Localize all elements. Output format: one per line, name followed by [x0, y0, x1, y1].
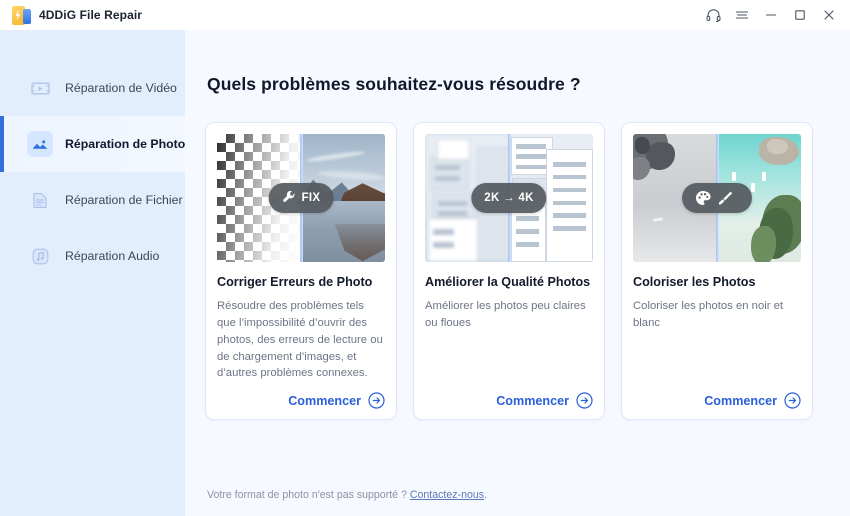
page-title: Quels problèmes souhaitez-vous résoudre …	[207, 74, 581, 94]
arrow-right-circle-icon	[368, 392, 385, 410]
footer-suffix: .	[484, 489, 488, 501]
card-description: Améliorer les photos peu claires ou flou…	[425, 299, 586, 329]
card-title: Corriger Erreurs de Photo	[217, 275, 373, 289]
start-button[interactable]: Commencer	[217, 382, 385, 410]
hamburger-menu-icon[interactable]	[729, 4, 755, 26]
start-button-label: Commencer	[704, 393, 777, 408]
feature-card-list: FIX Corriger Erreurs de Photo Résoudre d…	[205, 122, 830, 421]
audio-icon	[27, 243, 53, 269]
wrench-icon	[282, 191, 296, 205]
main-content: Quels problèmes souhaitez-vous résoudre …	[185, 30, 850, 516]
card-title: Améliorer la Qualité Photos	[425, 275, 591, 289]
maximize-icon[interactable]	[787, 4, 813, 26]
palette-icon	[695, 190, 711, 206]
card-thumbnail	[633, 134, 801, 262]
app-logo-icon	[12, 5, 31, 25]
sidebar-item-photo-repair[interactable]: Réparation de Photo	[0, 116, 185, 172]
card-thumbnail: FIX	[217, 134, 385, 262]
start-button[interactable]: Commencer	[633, 382, 801, 410]
brand: 4DDiG File Repair	[12, 5, 143, 25]
minimize-icon[interactable]	[758, 4, 784, 26]
arrow-right-circle-icon	[784, 392, 801, 410]
start-button-label: Commencer	[496, 393, 569, 408]
card-description: Coloriser les photos en noir et blanc	[633, 299, 784, 329]
sidebar: Réparation de Vidéo Réparation de Photo	[0, 30, 185, 516]
window-body: Réparation de Vidéo Réparation de Photo	[0, 30, 850, 516]
start-button[interactable]: Commencer	[425, 382, 593, 410]
sidebar-item-label: Réparation de Vidéo	[65, 81, 177, 95]
app-title: 4DDiG File Repair	[39, 8, 143, 22]
sidebar-item-file-repair[interactable]: Réparation de Fichier	[0, 172, 185, 228]
window-controls	[700, 4, 842, 26]
footer-note: Votre format de photo n'est pas supporté…	[207, 489, 487, 501]
badge-text: 2K → 4K	[484, 192, 534, 204]
sidebar-item-label: Réparation de Photo	[65, 137, 186, 151]
badge-text: FIX	[301, 192, 321, 204]
colorize-badge	[682, 183, 752, 213]
card-thumbnail: 2K → 4K	[425, 134, 593, 262]
arrow-right-circle-icon	[576, 392, 593, 410]
file-icon	[27, 187, 53, 213]
sidebar-item-label: Réparation de Fichier	[65, 193, 183, 207]
sidebar-item-audio-repair[interactable]: Réparation Audio	[0, 228, 185, 284]
feature-card-fix-photo-errors[interactable]: FIX Corriger Erreurs de Photo Résoudre d…	[205, 122, 397, 421]
close-icon[interactable]	[816, 4, 842, 26]
app-window: 4DDiG File Repair Réparation de Vidéo Ré…	[0, 0, 850, 516]
paintbrush-icon	[717, 190, 733, 206]
sidebar-item-video-repair[interactable]: Réparation de Vidéo	[0, 60, 185, 116]
feature-card-colorize-photos[interactable]: Coloriser les Photos Coloriser les photo…	[621, 122, 813, 421]
sidebar-item-label: Réparation Audio	[65, 249, 160, 263]
start-button-label: Commencer	[288, 393, 361, 408]
feature-card-enhance-photo-quality[interactable]: 2K → 4K Améliorer la Qualité Photos Amél…	[413, 122, 605, 421]
support-headset-icon[interactable]	[700, 4, 726, 26]
footer-text: Votre format de photo n'est pas supporté…	[207, 489, 407, 501]
resolution-badge: 2K → 4K	[471, 183, 547, 213]
video-icon	[27, 75, 53, 101]
card-description: Résoudre des problèmes tels que l’imposs…	[217, 299, 383, 380]
card-title: Coloriser les Photos	[633, 275, 756, 289]
photo-icon	[27, 131, 53, 157]
contact-us-link[interactable]: Contactez-nous	[410, 489, 484, 501]
fix-badge: FIX	[268, 183, 334, 213]
title-bar: 4DDiG File Repair	[0, 0, 850, 30]
